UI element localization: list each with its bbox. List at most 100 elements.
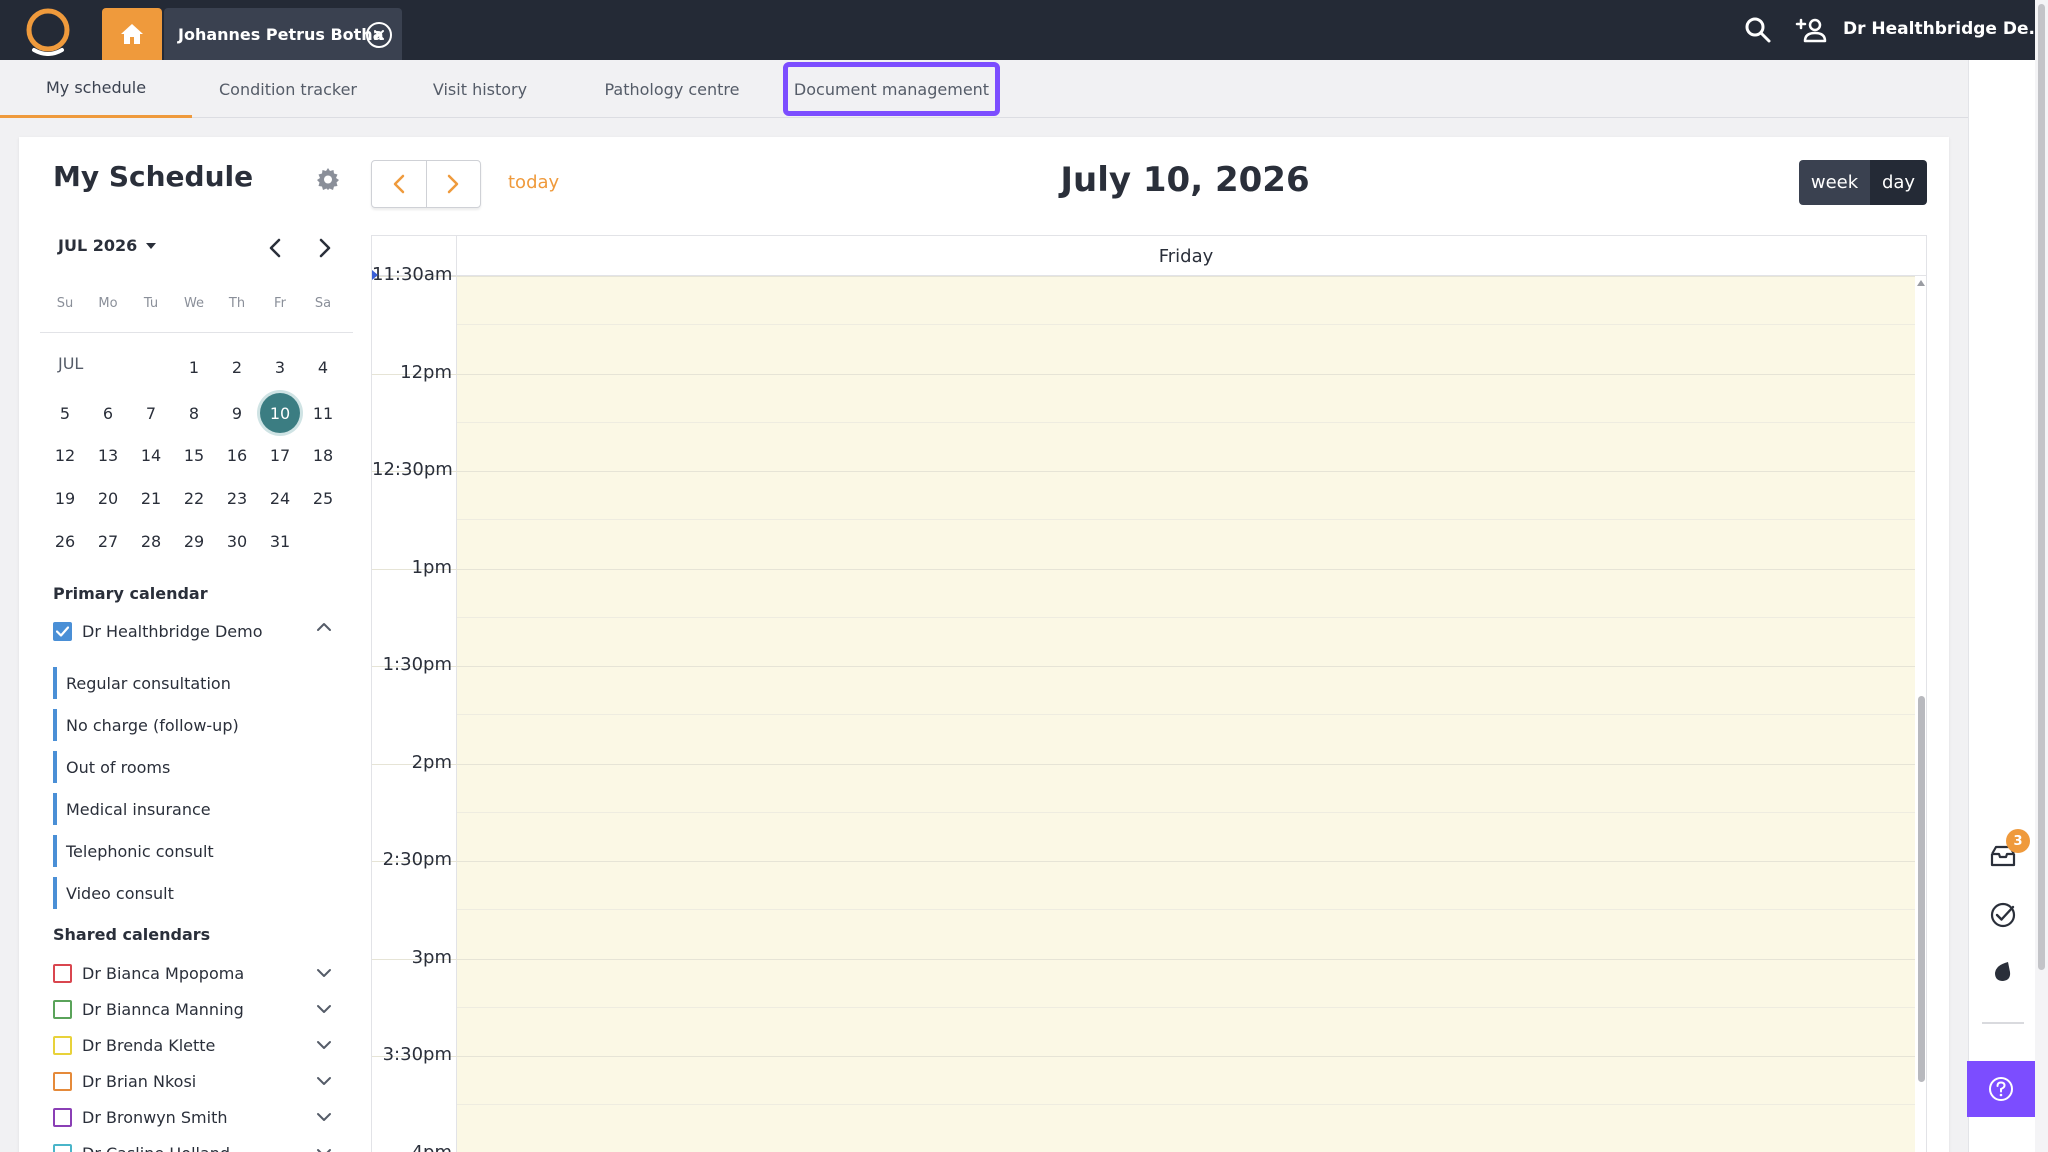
mini-calendar-day[interactable]: 2 — [217, 347, 257, 387]
page-scrollbar[interactable] — [2035, 0, 2048, 1152]
mini-calendar-day[interactable]: 8 — [174, 393, 214, 433]
mini-calendar-day[interactable]: 6 — [88, 393, 128, 433]
primary-calendar-item[interactable]: Dr Healthbridge Demo — [53, 619, 262, 643]
appointment-type-item[interactable]: Out of rooms — [53, 751, 170, 783]
home-button[interactable] — [102, 8, 162, 60]
mini-calendar-day[interactable]: 4 — [303, 347, 343, 387]
mini-calendar-day[interactable]: 9 — [217, 393, 257, 433]
chevron-down-icon[interactable] — [314, 1143, 334, 1152]
month-picker[interactable]: JUL 2026 — [58, 236, 157, 255]
mini-calendar-day[interactable]: 22 — [174, 478, 214, 518]
tasks-check-icon[interactable] — [1989, 901, 2017, 929]
time-label: 12pm — [400, 361, 452, 383]
mini-calendar-day[interactable]: 23 — [217, 478, 257, 518]
gear-icon[interactable] — [316, 167, 340, 191]
appointment-type-item[interactable]: Telephonic consult — [53, 835, 214, 867]
mini-calendar-day[interactable]: 25 — [303, 478, 343, 518]
shared-calendar-item[interactable]: Dr Brenda Klette — [53, 1033, 215, 1057]
mini-calendar-day[interactable]: 26 — [45, 521, 85, 561]
chevron-down-icon[interactable] — [314, 999, 334, 1019]
scroll-up-arrow[interactable] — [1917, 280, 1925, 286]
search-icon[interactable] — [1744, 16, 1772, 44]
primary-calendar-checkbox[interactable] — [53, 621, 72, 641]
mini-calendar-day[interactable]: 1 — [174, 347, 214, 387]
mini-calendar-day[interactable]: 31 — [260, 521, 300, 561]
day-grid-scrollbar-thumb[interactable] — [1918, 696, 1925, 1082]
mini-calendar-day[interactable]: 5 — [45, 393, 85, 433]
next-day-button[interactable] — [425, 161, 481, 207]
half-hour-line — [457, 811, 1915, 813]
mini-calendar-day[interactable]: 21 — [131, 478, 171, 518]
chevron-down-icon[interactable] — [314, 1107, 334, 1127]
primary-calendar-name: Dr Healthbridge Demo — [82, 621, 263, 641]
shared-calendar-checkbox[interactable] — [53, 1107, 72, 1127]
help-button[interactable] — [1967, 1061, 2035, 1117]
shared-calendar-item[interactable]: Dr Biannca Manning — [53, 997, 244, 1021]
mini-calendar-day[interactable]: 19 — [45, 478, 85, 518]
mini-calendar-day[interactable]: 18 — [303, 435, 343, 475]
shared-calendar-item[interactable]: Dr Casline Holland — [53, 1141, 230, 1152]
day-view-button[interactable]: day — [1870, 160, 1927, 205]
tab-document-management[interactable]: Document management — [783, 62, 1000, 116]
shared-calendar-name: Dr Brenda Klette — [82, 1035, 216, 1055]
mini-calendar-day[interactable]: 17 — [260, 435, 300, 475]
app-logo-icon[interactable] — [20, 6, 76, 56]
chevron-down-icon[interactable] — [314, 1071, 334, 1091]
prev-month-icon[interactable] — [264, 236, 288, 260]
tab-pathology-centre[interactable]: Pathology centre — [576, 60, 768, 118]
next-month-icon[interactable] — [312, 236, 336, 260]
appointment-type-item[interactable]: Regular consultation — [53, 667, 231, 699]
patient-tab[interactable]: Johannes Petrus Botha — [164, 8, 402, 60]
drop-icon[interactable] — [1989, 958, 2017, 986]
shared-calendar-checkbox[interactable] — [53, 963, 72, 983]
appointment-type-item[interactable]: No charge (follow-up) — [53, 709, 239, 741]
add-user-icon[interactable] — [1795, 16, 1827, 44]
chevron-down-icon[interactable] — [314, 1035, 334, 1055]
close-patient-button[interactable] — [366, 22, 392, 48]
mini-calendar-day-selected[interactable]: 10 — [260, 393, 300, 433]
mini-calendar-day[interactable]: 20 — [88, 478, 128, 518]
mini-calendar-day[interactable]: 11 — [303, 393, 343, 433]
shared-calendar-checkbox[interactable] — [53, 1071, 72, 1091]
appointment-type-item[interactable]: Medical insurance — [53, 793, 211, 825]
mini-calendar-day[interactable]: 12 — [45, 435, 85, 475]
tab-visit-history[interactable]: Visit history — [384, 60, 576, 118]
shared-calendar-checkbox[interactable] — [53, 1035, 72, 1055]
mini-calendar-day[interactable]: 28 — [131, 521, 171, 561]
shared-calendar-checkbox[interactable] — [53, 999, 72, 1019]
mini-calendar-day[interactable]: 14 — [131, 435, 171, 475]
mini-calendar-divider — [40, 332, 353, 333]
shared-calendar-item[interactable]: Dr Bronwyn Smith — [53, 1105, 228, 1129]
shared-calendar-item[interactable]: Dr Brian Nkosi — [53, 1069, 196, 1093]
day-grid-scrollbar[interactable] — [1915, 276, 1926, 1152]
tab-my-schedule[interactable]: My schedule — [0, 60, 192, 118]
weekday-label: Su — [56, 296, 74, 311]
mini-calendar-day[interactable]: 13 — [88, 435, 128, 475]
mini-calendar-day[interactable]: 24 — [260, 478, 300, 518]
home-icon — [121, 24, 143, 44]
inbox-count-badge: 3 — [2006, 829, 2030, 853]
prev-day-button[interactable] — [372, 161, 426, 207]
appointment-type-item[interactable]: Video consult — [53, 877, 174, 909]
shared-calendar-checkbox[interactable] — [53, 1143, 72, 1152]
mini-calendar-day[interactable]: 16 — [217, 435, 257, 475]
chevron-down-icon[interactable] — [314, 963, 334, 983]
chevron-up-icon[interactable] — [314, 617, 334, 637]
tab-condition-tracker[interactable]: Condition tracker — [192, 60, 384, 118]
mini-calendar-day[interactable]: 3 — [260, 347, 300, 387]
mini-calendar-day[interactable]: 30 — [217, 521, 257, 561]
page-scrollbar-thumb[interactable] — [2038, 4, 2045, 970]
mini-calendar-day[interactable]: 29 — [174, 521, 214, 561]
shared-calendar-item[interactable]: Dr Bianca Mpopoma — [53, 961, 244, 985]
mini-calendar-day[interactable]: 15 — [174, 435, 214, 475]
half-hour-line — [457, 909, 1915, 910]
mini-calendar-month-short: JUL — [58, 354, 84, 373]
mini-calendar-day[interactable]: 27 — [88, 521, 128, 561]
today-button[interactable]: today — [508, 172, 559, 193]
hour-line — [372, 861, 1915, 862]
shared-calendars-label: Shared calendars — [53, 925, 211, 944]
mini-calendar-day[interactable]: 7 — [131, 393, 171, 433]
week-view-button[interactable]: week — [1799, 160, 1870, 205]
primary-calendar-label: Primary calendar — [53, 584, 208, 603]
user-menu[interactable]: Dr Healthbridge De... — [1843, 19, 2048, 39]
